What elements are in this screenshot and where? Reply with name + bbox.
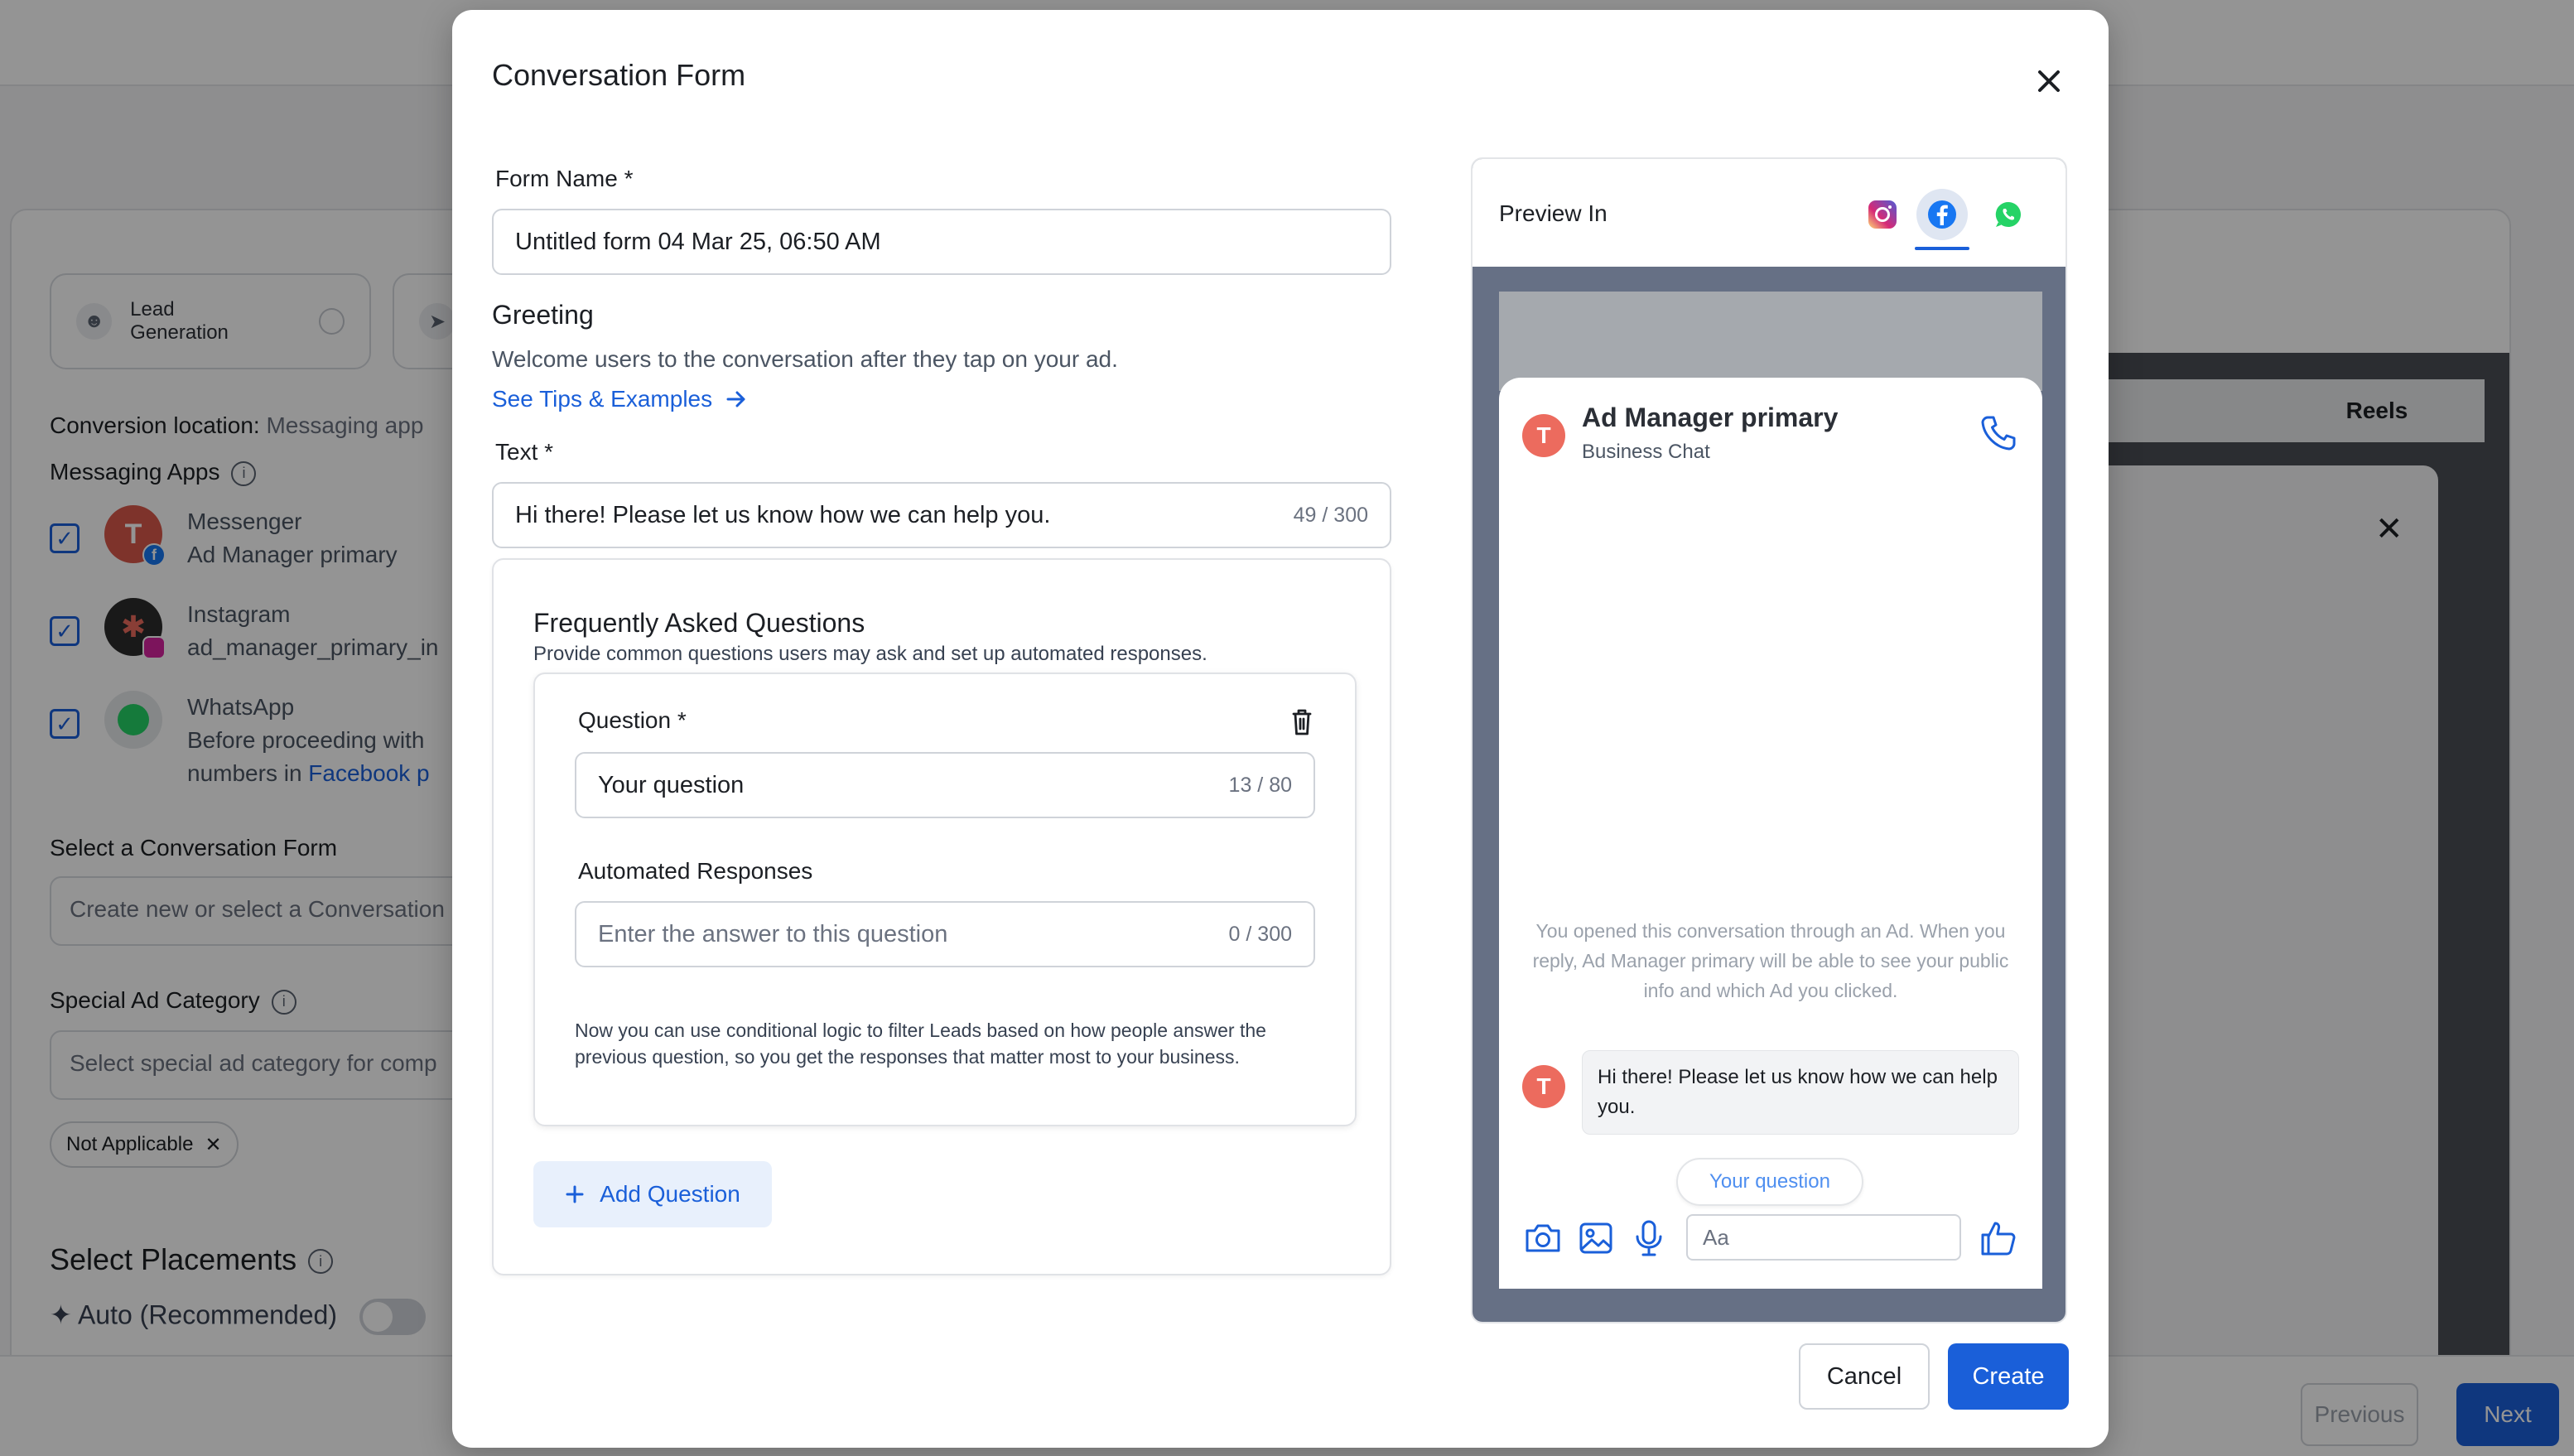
phone-icon[interactable] (1978, 412, 2019, 454)
arrow-right-icon (726, 391, 745, 407)
question-label: Question * (578, 707, 687, 733)
form-name-label: Form Name * (495, 166, 634, 191)
greeting-message-bubble: Hi there! Please let us know how we can … (1582, 1050, 2019, 1135)
close-icon (2038, 70, 2060, 92)
preview-label: Preview In (1499, 200, 1608, 226)
text-label: Text * (495, 439, 554, 465)
quick-reply-chip[interactable]: Your question (1676, 1158, 1863, 1206)
page-avatar: T (1522, 414, 1565, 457)
preview-whatsapp-button[interactable] (1983, 189, 2034, 240)
form-name-input[interactable]: Untitled form 04 Mar 25, 06:50 AM (492, 209, 1391, 275)
microphone-icon[interactable] (1628, 1217, 1670, 1259)
preview-panel: Preview In T Ad Manager primary Business… (1471, 157, 2067, 1323)
page-subtitle: Business Chat (1582, 441, 1710, 463)
add-question-button[interactable]: Add Question (533, 1161, 772, 1227)
preview-facebook-button[interactable] (1916, 189, 1968, 240)
phone-status-area (1499, 292, 2042, 391)
page-name: Ad Manager primary (1582, 403, 1839, 432)
greeting-description: Welcome users to the conversation after … (492, 346, 1118, 372)
greeting-text-input[interactable]: Hi there! Please let us know how we can … (492, 482, 1391, 548)
preview-instagram-button[interactable] (1857, 189, 1908, 240)
tips-examples-link[interactable]: See Tips & Examples (492, 386, 747, 412)
active-platform-indicator (1915, 247, 1969, 250)
message-composer-input[interactable]: Aa (1686, 1214, 1961, 1261)
message-avatar: T (1522, 1065, 1565, 1108)
question-card: Question * Your question 13 / 80 Automat… (533, 673, 1357, 1126)
modal-title: Conversation Form (492, 58, 746, 92)
image-icon[interactable] (1575, 1217, 1617, 1259)
trash-icon[interactable] (1285, 706, 1318, 739)
camera-icon[interactable] (1522, 1217, 1564, 1259)
instagram-icon (1868, 200, 1897, 229)
answer-input[interactable]: Enter the answer to this question 0 / 30… (575, 901, 1315, 967)
facebook-icon (1928, 200, 1956, 229)
preview-header: Preview In (1473, 159, 2065, 267)
conditional-logic-note: Now you can use conditional logic to fil… (575, 1020, 1266, 1068)
create-button[interactable]: Create (1948, 1343, 2069, 1410)
question-counter: 13 / 80 (1228, 773, 1292, 797)
cancel-button[interactable]: Cancel (1799, 1343, 1930, 1410)
close-button[interactable] (2027, 60, 2070, 103)
chat-preview: T Ad Manager primary Business Chat You o… (1499, 378, 2042, 1289)
faq-description: Provide common questions users may ask a… (533, 643, 1207, 665)
ad-notice: You opened this conversation through an … (1532, 920, 2009, 1001)
greeting-heading: Greeting (492, 300, 594, 330)
faq-title: Frequently Asked Questions (533, 608, 865, 638)
faq-section: Frequently Asked Questions Provide commo… (492, 558, 1391, 1275)
text-counter: 49 / 300 (1293, 503, 1368, 527)
automated-responses-label: Automated Responses (578, 858, 813, 884)
plus-icon (566, 1185, 584, 1203)
thumbs-up-icon[interactable] (1978, 1217, 2019, 1259)
question-input[interactable]: Your question 13 / 80 (575, 752, 1315, 818)
whatsapp-icon (1995, 201, 2021, 227)
conversation-form-modal: Conversation Form Form Name * Untitled f… (452, 10, 2109, 1448)
answer-counter: 0 / 300 (1228, 922, 1292, 946)
